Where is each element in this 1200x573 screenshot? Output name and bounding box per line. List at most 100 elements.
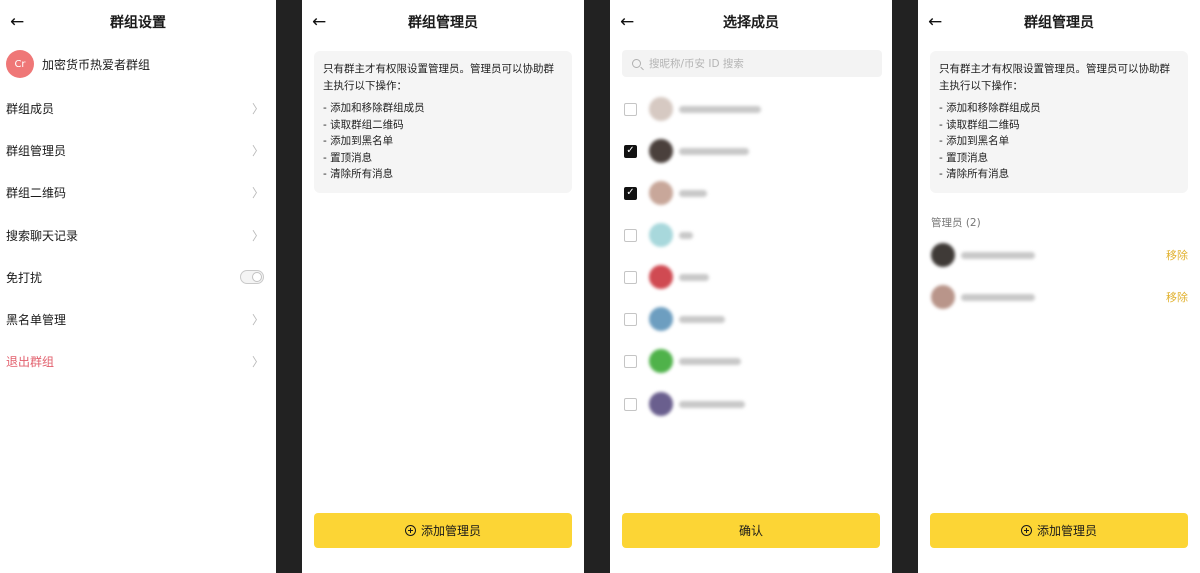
- header: ← 选择成员: [610, 0, 892, 46]
- member-checkbox[interactable]: [624, 102, 637, 116]
- member-checkbox[interactable]: [624, 228, 637, 242]
- remove-admin-button[interactable]: 移除: [1166, 289, 1188, 305]
- admin-avatar: [931, 243, 955, 267]
- info-item: - 添加和移除群组成员: [939, 102, 1041, 114]
- member-row[interactable]: [624, 222, 693, 248]
- member-avatar: [649, 181, 673, 205]
- info-item: - 添加和移除群组成员: [323, 102, 425, 114]
- header: ← 群组管理员: [302, 0, 584, 46]
- member-row[interactable]: [624, 391, 745, 417]
- add-admin-button[interactable]: 添加管理员: [314, 513, 572, 548]
- member-row[interactable]: [624, 264, 709, 290]
- chevron-right-icon: 〉: [251, 101, 264, 116]
- toggle-knob: [252, 272, 262, 282]
- header: ← 群组管理员: [918, 0, 1200, 46]
- chevron-right-icon: 〉: [251, 354, 264, 369]
- info-item: - 清除所有消息: [323, 168, 394, 180]
- menu-item-group-admins[interactable]: 群组管理员 〉: [6, 136, 264, 164]
- member-name-blurred: [679, 273, 709, 281]
- info-intro: 只有群主才有权限设置管理员。管理员可以协助群主执行以下操作：: [323, 63, 554, 92]
- admin-info-box: 只有群主才有权限设置管理员。管理员可以协助群主执行以下操作： - 添加和移除群组…: [314, 51, 572, 193]
- member-name-blurred: [679, 189, 707, 197]
- info-item: - 添加到黑名单: [939, 135, 1010, 147]
- group-admins-screen: ← 群组管理员 只有群主才有权限设置管理员。管理员可以协助群主执行以下操作： -…: [302, 0, 584, 573]
- member-checkbox-checked[interactable]: ✓: [624, 144, 637, 158]
- admin-info-box: 只有群主才有权限设置管理员。管理员可以协助群主执行以下操作： - 添加和移除群组…: [930, 51, 1188, 193]
- menu-item-label: 退出群组: [6, 354, 55, 369]
- page-title: 群组管理员: [408, 15, 478, 31]
- admin-row: 移除: [931, 284, 1188, 310]
- chevron-right-icon: 〉: [251, 143, 264, 158]
- button-label: 添加管理员: [420, 524, 481, 538]
- menu-item-search-history[interactable]: 搜索聊天记录 〉: [6, 221, 264, 249]
- group-settings-screen: ← 群组设置 Cr 加密货币热爱者群组 群组成员 〉 群组管理员 〉 群组二维码…: [0, 0, 276, 573]
- member-avatar: [649, 307, 673, 331]
- info-item: - 读取群组二维码: [323, 118, 404, 131]
- info-item: - 添加到黑名单: [323, 135, 394, 147]
- member-avatar: [649, 223, 673, 247]
- menu-item-blacklist[interactable]: 黑名单管理 〉: [6, 305, 264, 333]
- member-name-blurred: [679, 105, 761, 113]
- remove-admin-button[interactable]: 移除: [1166, 247, 1188, 263]
- group-name: 加密货币热爱者群组: [42, 57, 151, 72]
- member-row[interactable]: [624, 306, 725, 332]
- admin-name-blurred: [961, 293, 1035, 301]
- member-checkbox[interactable]: [624, 354, 637, 368]
- button-label: 确认: [738, 524, 763, 538]
- chevron-right-icon: 〉: [251, 185, 264, 200]
- admin-avatar: [931, 285, 955, 309]
- page-title: 群组设置: [110, 15, 166, 31]
- admins-section-label: 管理员 (2): [931, 217, 981, 229]
- page-title: 群组管理员: [1024, 15, 1094, 31]
- plus-circle-icon: [404, 525, 416, 536]
- member-checkbox-checked[interactable]: ✓: [624, 186, 637, 200]
- plus-circle-icon: [1020, 525, 1032, 536]
- member-row[interactable]: [624, 348, 741, 374]
- member-avatar: [649, 349, 673, 373]
- group-avatar: Cr: [6, 50, 34, 78]
- info-item: - 置顶消息: [323, 151, 373, 164]
- add-admin-button[interactable]: 添加管理员: [930, 513, 1188, 548]
- menu-item-group-qrcode[interactable]: 群组二维码 〉: [6, 178, 264, 206]
- confirm-button[interactable]: 确认: [622, 513, 880, 548]
- member-avatar: [649, 392, 673, 416]
- page-title: 选择成员: [723, 15, 779, 31]
- member-checkbox[interactable]: [624, 312, 637, 326]
- menu-item-leave-group[interactable]: 退出群组 〉: [6, 347, 264, 375]
- menu-item-label: 群组二维码: [6, 185, 67, 200]
- info-item: - 读取群组二维码: [939, 118, 1020, 131]
- member-row[interactable]: ✓: [624, 180, 707, 206]
- search-input[interactable]: [647, 56, 851, 71]
- menu-item-label: 搜索聊天记录: [6, 228, 79, 243]
- menu-item-label: 群组管理员: [6, 143, 67, 158]
- member-name-blurred: [679, 357, 741, 365]
- member-checkbox[interactable]: [624, 270, 637, 284]
- button-label: 添加管理员: [1036, 524, 1097, 538]
- do-not-disturb-toggle[interactable]: [240, 270, 264, 284]
- group-admins-list-screen: ← 群组管理员 只有群主才有权限设置管理员。管理员可以协助群主执行以下操作： -…: [918, 0, 1200, 573]
- member-row[interactable]: ✓: [624, 138, 749, 164]
- menu-item-do-not-disturb: 免打扰: [6, 263, 264, 291]
- member-name-blurred: [679, 315, 725, 323]
- menu-item-label: 群组成员: [6, 101, 55, 116]
- member-name-blurred: [679, 400, 745, 408]
- select-members-screen: ← 选择成员 ✓ ✓: [610, 0, 892, 573]
- member-avatar: [649, 265, 673, 289]
- info-item: - 置顶消息: [939, 151, 989, 164]
- menu-item-group-members[interactable]: 群组成员 〉: [6, 94, 264, 122]
- member-avatar: [649, 97, 673, 121]
- member-checkbox[interactable]: [624, 397, 637, 411]
- chevron-right-icon: 〉: [251, 312, 264, 327]
- menu-item-label: 黑名单管理: [6, 312, 67, 327]
- info-item: - 清除所有消息: [939, 168, 1010, 180]
- member-avatar: [649, 139, 673, 163]
- member-row[interactable]: [624, 96, 761, 122]
- info-intro: 只有群主才有权限设置管理员。管理员可以协助群主执行以下操作：: [939, 63, 1170, 92]
- member-name-blurred: [679, 231, 693, 239]
- menu-item-label: 免打扰: [6, 270, 43, 285]
- search-icon: [632, 59, 641, 68]
- chevron-right-icon: 〉: [251, 228, 264, 243]
- search-bar: [622, 50, 882, 77]
- admin-name-blurred: [961, 251, 1035, 259]
- header: ← 群组设置: [0, 0, 276, 46]
